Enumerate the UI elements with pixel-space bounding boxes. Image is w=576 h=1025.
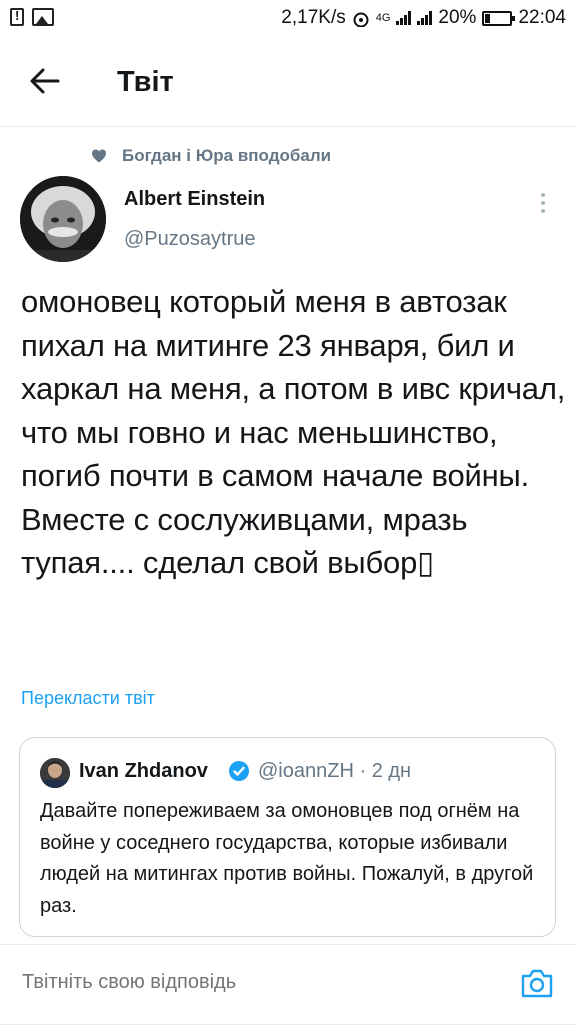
header: Твіт (0, 40, 576, 127)
author-name[interactable]: Albert Einstein (124, 188, 265, 211)
reply-input[interactable] (22, 971, 482, 994)
clock: 22:04 (518, 7, 566, 28)
quoted-tweet-text: Давайте попереживаем за омоновцев под ог… (40, 800, 534, 917)
translate-tweet-link[interactable]: Перекласти твіт (21, 688, 155, 709)
battery-percent: 20% (438, 7, 477, 28)
image-notification-icon (32, 8, 54, 26)
notification-icons (10, 8, 54, 26)
back-arrow-icon[interactable] (28, 64, 62, 98)
network-type: 4G (375, 12, 391, 24)
system-status: 2,17K/s 4G 20% 22:04 (281, 7, 566, 29)
reply-bar (0, 944, 576, 1025)
avatar[interactable] (20, 176, 106, 262)
more-vertical-icon[interactable] (536, 190, 550, 216)
network-speed: 2,17K/s (281, 7, 346, 28)
social-context[interactable]: Богдан і Юра вподобали (91, 146, 331, 166)
quoted-avatar (40, 758, 70, 788)
signal-icon-2 (417, 11, 433, 25)
quoted-meta: @ioannZH · 2 дн (258, 760, 411, 783)
heart-icon (92, 149, 106, 163)
alert-notification-icon (10, 8, 24, 26)
quoted-avatar-image (40, 758, 70, 788)
quoted-author-name: Ivan Zhdanov (79, 760, 208, 782)
quoted-time: 2 дн (371, 760, 412, 782)
wifi-icon (353, 12, 369, 27)
meta-separator: · (359, 760, 367, 782)
page-title: Твіт (117, 66, 174, 98)
quoted-author-handle: @ioannZH (258, 760, 354, 782)
signal-icon (396, 11, 412, 25)
camera-icon[interactable] (520, 967, 554, 999)
liked-by-text: Богдан і Юра вподобали (122, 146, 332, 165)
author-handle[interactable]: @Puzosaytrue (124, 228, 255, 251)
battery-icon (482, 10, 516, 26)
verified-badge-icon (229, 761, 249, 781)
tweet-text: омоновец который меня в автозак пихал на… (21, 284, 566, 580)
quoted-tweet[interactable]: Ivan Zhdanov @ioannZH · 2 дн Давайте поп… (19, 737, 556, 937)
status-bar: 2,17K/s 4G 20% 22:04 (0, 0, 576, 40)
avatar-image (20, 176, 106, 262)
